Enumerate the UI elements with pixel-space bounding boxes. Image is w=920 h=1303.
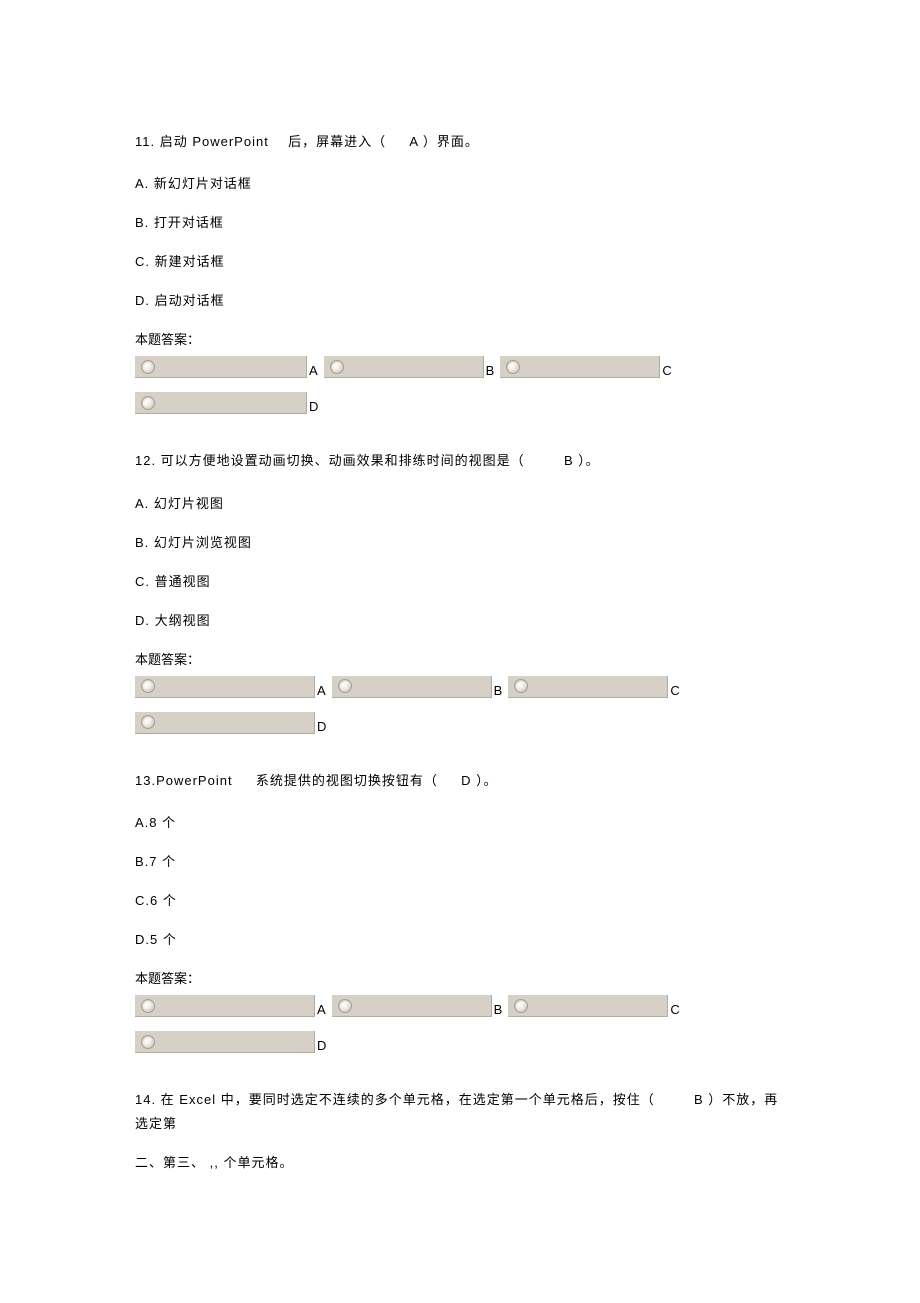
letter-a: A [307,363,324,378]
question-stem-line2: 二、第三、 ,, 个单元格。 [135,1151,785,1174]
radio-dot-icon [141,396,155,410]
option-d: D. 启动对话框 [135,290,785,309]
option-c: C. 普通视图 [135,571,785,590]
radio-dot-icon [141,999,155,1013]
radio-dot-icon [506,360,520,374]
letter-b: B [492,683,509,698]
stem-part: 12. 可以方便地设置动画切换、动画效果和排练时间的视图是（ [135,453,525,468]
answer-choices: A B C D [135,676,785,734]
option-d: D.5 个 [135,929,785,948]
radio-b[interactable] [332,676,492,698]
answer-label: 本题答案： [135,649,785,668]
letter-c: C [660,363,677,378]
question-stem: 13.PowerPoint 系统提供的视图切换按钮有（ D ）。 [135,769,785,792]
stem-answer: D ）。 [461,773,498,788]
radio-dot-icon [141,715,155,729]
radio-dot-icon [338,679,352,693]
radio-dot-icon [141,679,155,693]
letter-b: B [492,1002,509,1017]
question-13: 13.PowerPoint 系统提供的视图切换按钮有（ D ）。 A.8 个 B… [135,769,785,1053]
radio-dot-icon [141,360,155,374]
letter-c: C [668,1002,685,1017]
question-14: 14. 在 Excel 中，要同时选定不连续的多个单元格，在选定第一个单元格后，… [135,1088,785,1174]
option-b: B. 幻灯片浏览视图 [135,532,785,551]
answer-label: 本题答案： [135,329,785,348]
stem-part: 13.PowerPoint [135,773,233,788]
stem-answer: B ）。 [564,453,600,468]
question-11: 11. 启动 PowerPoint 后，屏幕进入（ A ）界面。 A. 新幻灯片… [135,130,785,414]
letter-a: A [315,683,332,698]
option-b: B. 打开对话框 [135,212,785,231]
radio-dot-icon [514,999,528,1013]
answer-choices: A B C D [135,356,785,414]
radio-b[interactable] [332,995,492,1017]
option-a: A. 幻灯片视图 [135,493,785,512]
option-b: B.7 个 [135,851,785,870]
radio-a[interactable] [135,676,315,698]
letter-d: D [315,1038,332,1053]
radio-c[interactable] [508,995,668,1017]
radio-dot-icon [330,360,344,374]
answer-choices: A B C D [135,995,785,1053]
stem-part: 后，屏幕进入（ [288,134,386,149]
radio-a[interactable] [135,356,307,378]
letter-c: C [668,683,685,698]
letter-d: D [315,719,332,734]
stem-part: 系统提供的视图切换按钮有（ [256,773,438,788]
option-a: A.8 个 [135,812,785,831]
radio-d[interactable] [135,1031,315,1053]
option-d: D. 大纲视图 [135,610,785,629]
radio-c[interactable] [508,676,668,698]
letter-a: A [315,1002,332,1017]
letter-d: D [307,399,324,414]
document-page: 11. 启动 PowerPoint 后，屏幕进入（ A ）界面。 A. 新幻灯片… [0,0,920,1269]
stem-part: 11. 启动 PowerPoint [135,134,269,149]
answer-label: 本题答案： [135,968,785,987]
stem-part: 14. 在 Excel 中，要同时选定不连续的多个单元格，在选定第一个单元格后，… [135,1092,655,1107]
stem-answer: A ）界面。 [409,134,479,149]
option-c: C. 新建对话框 [135,251,785,270]
radio-c[interactable] [500,356,660,378]
radio-d[interactable] [135,392,307,414]
question-stem: 11. 启动 PowerPoint 后，屏幕进入（ A ）界面。 [135,130,785,153]
letter-b: B [484,363,501,378]
radio-dot-icon [141,1035,155,1049]
radio-a[interactable] [135,995,315,1017]
question-12: 12. 可以方便地设置动画切换、动画效果和排练时间的视图是（ B ）。 A. 幻… [135,449,785,733]
option-a: A. 新幻灯片对话框 [135,173,785,192]
radio-d[interactable] [135,712,315,734]
question-stem: 12. 可以方便地设置动画切换、动画效果和排练时间的视图是（ B ）。 [135,449,785,472]
radio-dot-icon [338,999,352,1013]
radio-dot-icon [514,679,528,693]
radio-b[interactable] [324,356,484,378]
question-stem-line1: 14. 在 Excel 中，要同时选定不连续的多个单元格，在选定第一个单元格后，… [135,1088,785,1135]
option-c: C.6 个 [135,890,785,909]
